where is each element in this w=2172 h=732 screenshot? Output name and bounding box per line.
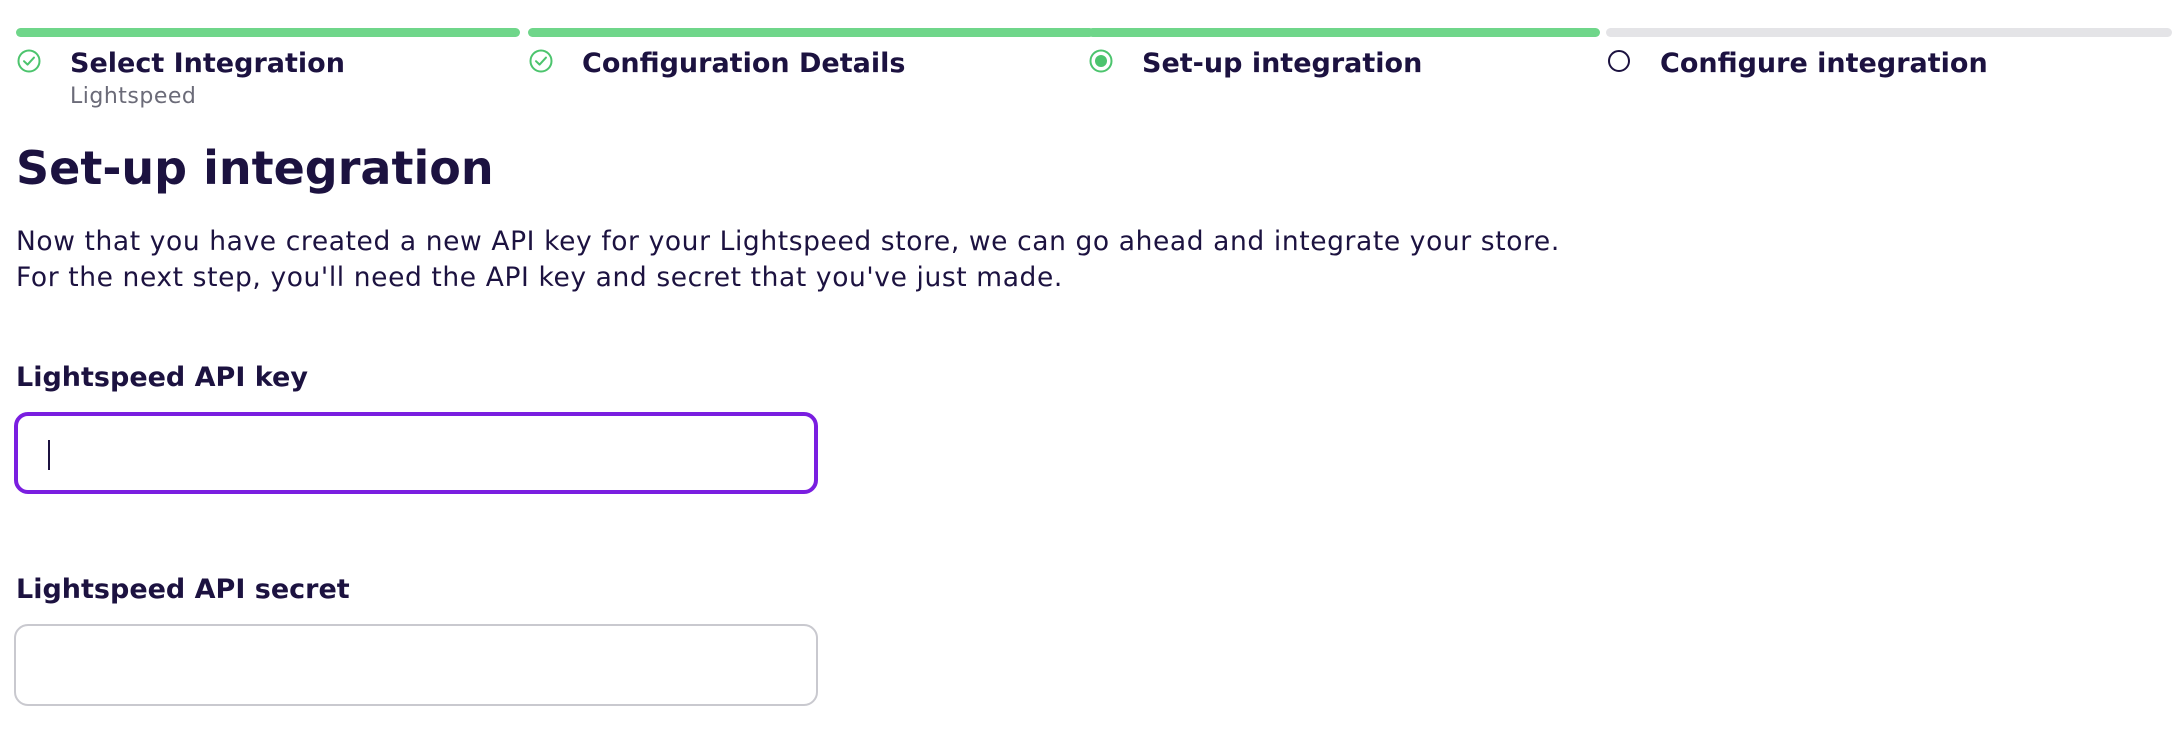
intro-line: For the next step, you'll need the API k… (16, 262, 1063, 293)
check-circle-icon (528, 48, 554, 74)
step-progress-bar (528, 28, 1094, 37)
step-title: Configuration Details (582, 48, 906, 79)
step-progress-bar (1606, 28, 2172, 37)
api-key-input[interactable] (14, 412, 818, 494)
progress-stepper: Select Integration Lightspeed Configurat… (16, 28, 2172, 118)
api-secret-label: Lightspeed API secret (16, 574, 350, 605)
empty-circle-icon (1606, 48, 1632, 74)
step-title: Configure integration (1660, 48, 1988, 79)
check-circle-icon (16, 48, 42, 74)
step-progress-bar (16, 28, 520, 37)
step-title: Set-up integration (1142, 48, 1423, 79)
intro-text: Now that you have created a new API key … (16, 224, 1560, 296)
text-caret (48, 440, 50, 470)
api-key-label: Lightspeed API key (16, 362, 308, 393)
step-progress-bar (1088, 28, 1600, 37)
radio-current-icon (1088, 48, 1114, 74)
step-title: Select Integration (70, 48, 345, 79)
page-title: Set-up integration (16, 141, 494, 195)
intro-line: Now that you have created a new API key … (16, 226, 1560, 257)
step-subtitle: Lightspeed (70, 84, 197, 109)
api-secret-input[interactable] (14, 624, 818, 706)
